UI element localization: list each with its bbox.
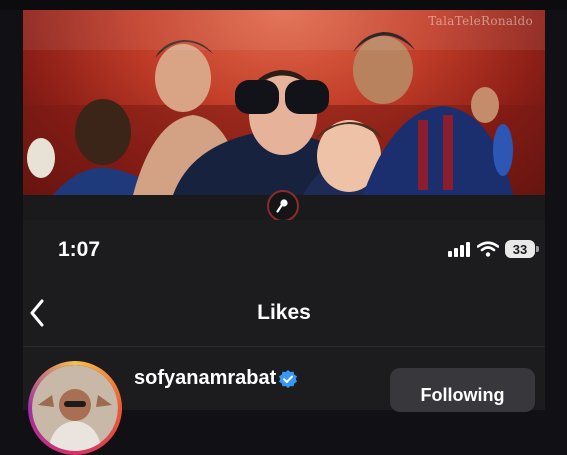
wifi-icon (477, 241, 499, 257)
battery-indicator: 33 (505, 240, 539, 258)
status-time: 1:07 (58, 238, 101, 261)
battery-level: 33 (512, 241, 528, 257)
microphone-badge-icon (267, 190, 299, 222)
phone-screen: 1:07 33 Likes sofyanamrabat Following (23, 220, 545, 455)
battery-nub (536, 246, 539, 252)
following-button[interactable]: Following (390, 368, 535, 412)
page-title: Likes (257, 301, 311, 324)
avatar[interactable] (32, 365, 118, 451)
list-item[interactable]: sofyanamrabat Following (23, 358, 545, 455)
username[interactable]: sofyanamrabat (134, 367, 276, 390)
signal-bars-icon (448, 242, 470, 257)
status-icons: 33 (447, 240, 539, 258)
banner-watermark: TalaTeleRonaldo (428, 14, 533, 28)
verified-badge-icon (279, 370, 297, 388)
header-divider (23, 346, 545, 347)
header-banner-image: TalaTeleRonaldo (23, 10, 545, 195)
top-edge (0, 0, 567, 10)
